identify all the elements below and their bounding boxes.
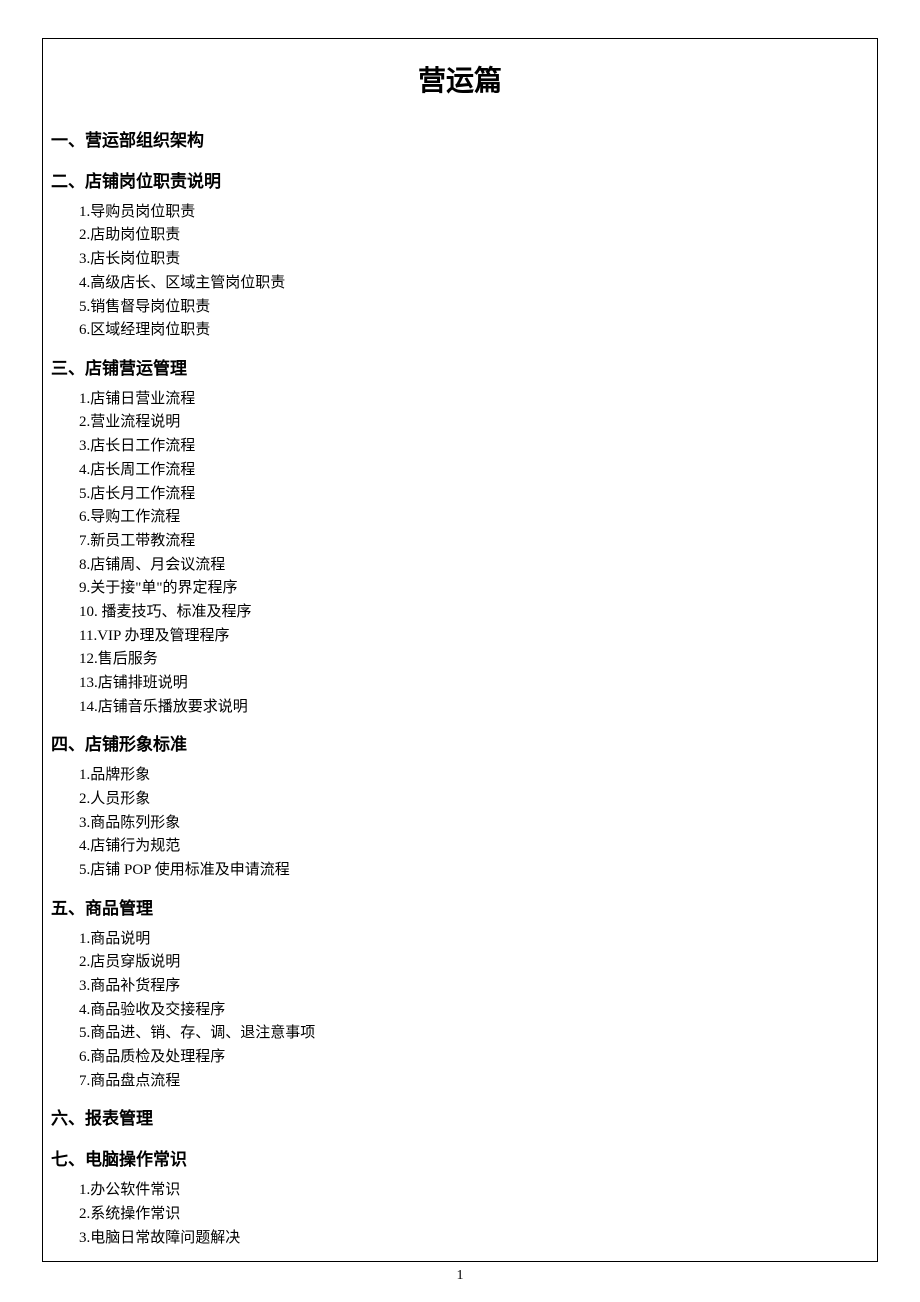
list-item: 13.店铺排班说明 <box>79 672 869 696</box>
list-item: 5.店铺 POP 使用标准及申请流程 <box>79 859 869 883</box>
list-item: 4.店铺行为规范 <box>79 835 869 859</box>
list-item: 7.新员工带教流程 <box>79 530 869 554</box>
section-heading: 一、营运部组织架构 <box>51 127 869 156</box>
list-item: 1.商品说明 <box>79 928 869 952</box>
document-title: 营运篇 <box>51 59 869 99</box>
list-item: 4.商品验收及交接程序 <box>79 999 869 1023</box>
section-heading: 三、店铺营运管理 <box>51 355 869 384</box>
list-item: 12.售后服务 <box>79 648 869 672</box>
page-number: 1 <box>0 1268 920 1284</box>
list-item: 2.系统操作常识 <box>79 1203 869 1227</box>
list-item: 3.商品补货程序 <box>79 975 869 999</box>
list-item: 4.高级店长、区域主管岗位职责 <box>79 272 869 296</box>
list-item: 3.店长日工作流程 <box>79 435 869 459</box>
list-item: 10. 播麦技巧、标准及程序 <box>79 601 869 625</box>
list-item: 6.区域经理岗位职责 <box>79 319 869 343</box>
list-item: 3.店长岗位职责 <box>79 248 869 272</box>
list-item: 2.营业流程说明 <box>79 411 869 435</box>
list-item: 1.店铺日营业流程 <box>79 388 869 412</box>
list-item: 2.人员形象 <box>79 788 869 812</box>
section-item-list: 1.商品说明 2.店员穿版说明 3.商品补货程序 4.商品验收及交接程序 5.商… <box>51 928 869 1094</box>
section-heading: 五、商品管理 <box>51 895 869 924</box>
section-heading: 二、店铺岗位职责说明 <box>51 168 869 197</box>
list-item: 3.商品陈列形象 <box>79 812 869 836</box>
list-item: 9.关于接"单"的界定程序 <box>79 577 869 601</box>
list-item: 14.店铺音乐播放要求说明 <box>79 696 869 720</box>
list-item: 6.商品质检及处理程序 <box>79 1046 869 1070</box>
section-heading: 四、店铺形象标准 <box>51 731 869 760</box>
list-item: 3.电脑日常故障问题解决 <box>79 1227 869 1251</box>
list-item: 5.商品进、销、存、调、退注意事项 <box>79 1022 869 1046</box>
section-heading: 六、报表管理 <box>51 1105 869 1134</box>
section-heading: 七、电脑操作常识 <box>51 1146 869 1175</box>
section-item-list: 1.办公软件常识 2.系统操作常识 3.电脑日常故障问题解决 <box>51 1179 869 1250</box>
section-item-list: 1.品牌形象 2.人员形象 3.商品陈列形象 4.店铺行为规范 5.店铺 POP… <box>51 764 869 882</box>
list-item: 5.销售督导岗位职责 <box>79 296 869 320</box>
list-item: 5.店长月工作流程 <box>79 483 869 507</box>
list-item: 7.商品盘点流程 <box>79 1070 869 1094</box>
list-item: 8.店铺周、月会议流程 <box>79 554 869 578</box>
section-item-list: 1.店铺日营业流程 2.营业流程说明 3.店长日工作流程 4.店长周工作流程 5… <box>51 388 869 720</box>
list-item: 1.办公软件常识 <box>79 1179 869 1203</box>
section-item-list: 1.导购员岗位职责 2.店助岗位职责 3.店长岗位职责 4.高级店长、区域主管岗… <box>51 201 869 343</box>
list-item: 2.店员穿版说明 <box>79 951 869 975</box>
page-content-frame: 营运篇 一、营运部组织架构 二、店铺岗位职责说明 1.导购员岗位职责 2.店助岗… <box>42 38 878 1262</box>
list-item: 2.店助岗位职责 <box>79 224 869 248</box>
list-item: 6.导购工作流程 <box>79 506 869 530</box>
list-item: 11.VIP 办理及管理程序 <box>79 625 869 649</box>
list-item: 1.导购员岗位职责 <box>79 201 869 225</box>
list-item: 1.品牌形象 <box>79 764 869 788</box>
list-item: 4.店长周工作流程 <box>79 459 869 483</box>
